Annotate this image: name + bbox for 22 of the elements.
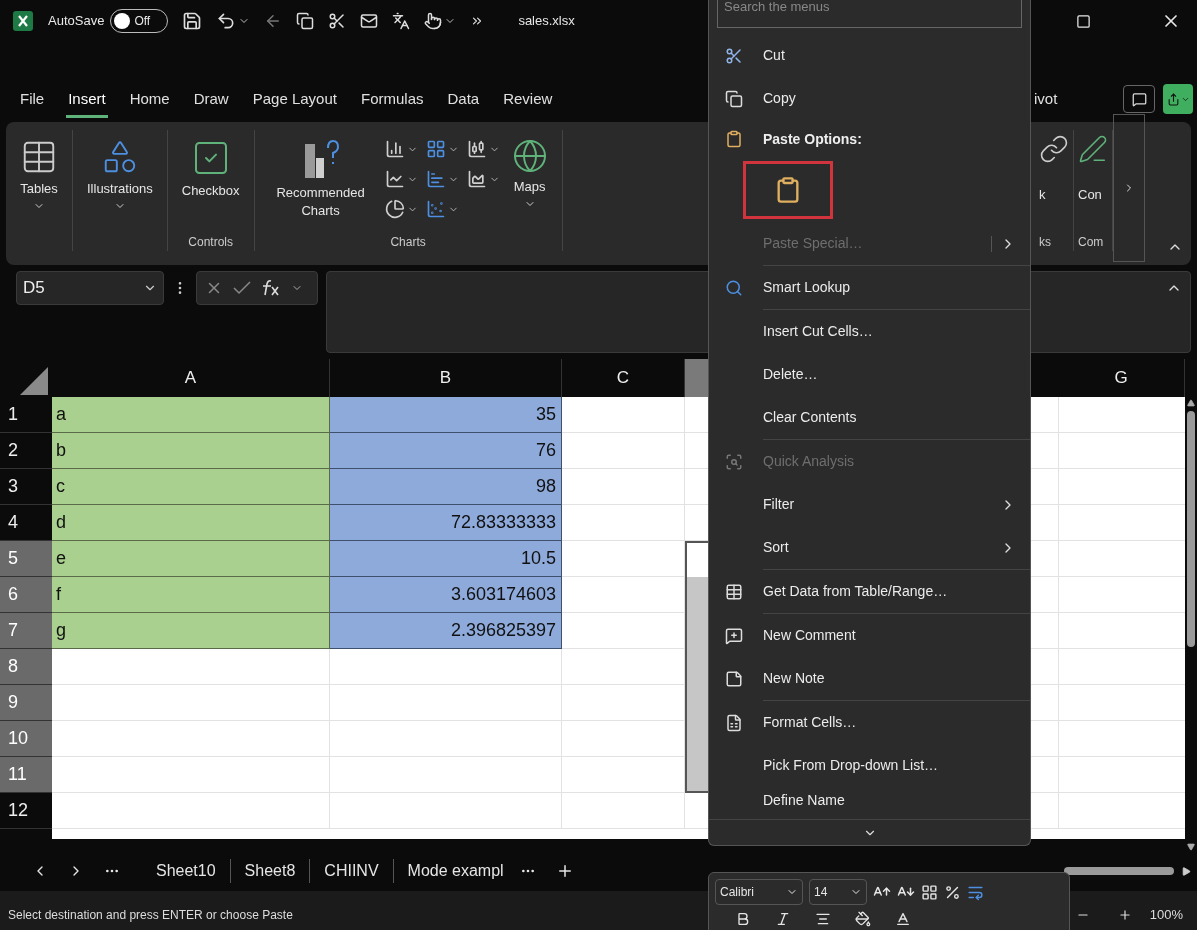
- table-cell: g: [52, 613, 330, 649]
- table-cell: b: [52, 433, 330, 469]
- table-cell: 35: [330, 397, 562, 433]
- menu-section-title: Paste Options:: [763, 129, 862, 149]
- table-cell: a: [52, 397, 330, 433]
- group-label: Com: [1078, 234, 1104, 251]
- table-cell: 3.603174603: [330, 577, 562, 613]
- table-cell: c: [52, 469, 330, 505]
- group-label: Controls: [187, 234, 234, 251]
- autosave-label: AutoSave: [48, 12, 105, 31]
- group-label: ks: [1039, 234, 1051, 251]
- table-cell: d: [52, 505, 330, 541]
- table-cell: 2.396825397: [330, 613, 562, 649]
- file-name: sales.xlsx: [518, 12, 575, 31]
- status-message: Select destination and press ENTER or choose Paste: [8, 907, 293, 924]
- table-cell: e: [52, 541, 330, 577]
- table-cell: 98: [330, 469, 562, 505]
- table-cell: 10.5: [330, 541, 562, 577]
- table-cell: f: [52, 577, 330, 613]
- table-cell: 76: [330, 433, 562, 469]
- group-label: Charts: [389, 234, 427, 251]
- table-cell: 72.83333333: [330, 505, 562, 541]
